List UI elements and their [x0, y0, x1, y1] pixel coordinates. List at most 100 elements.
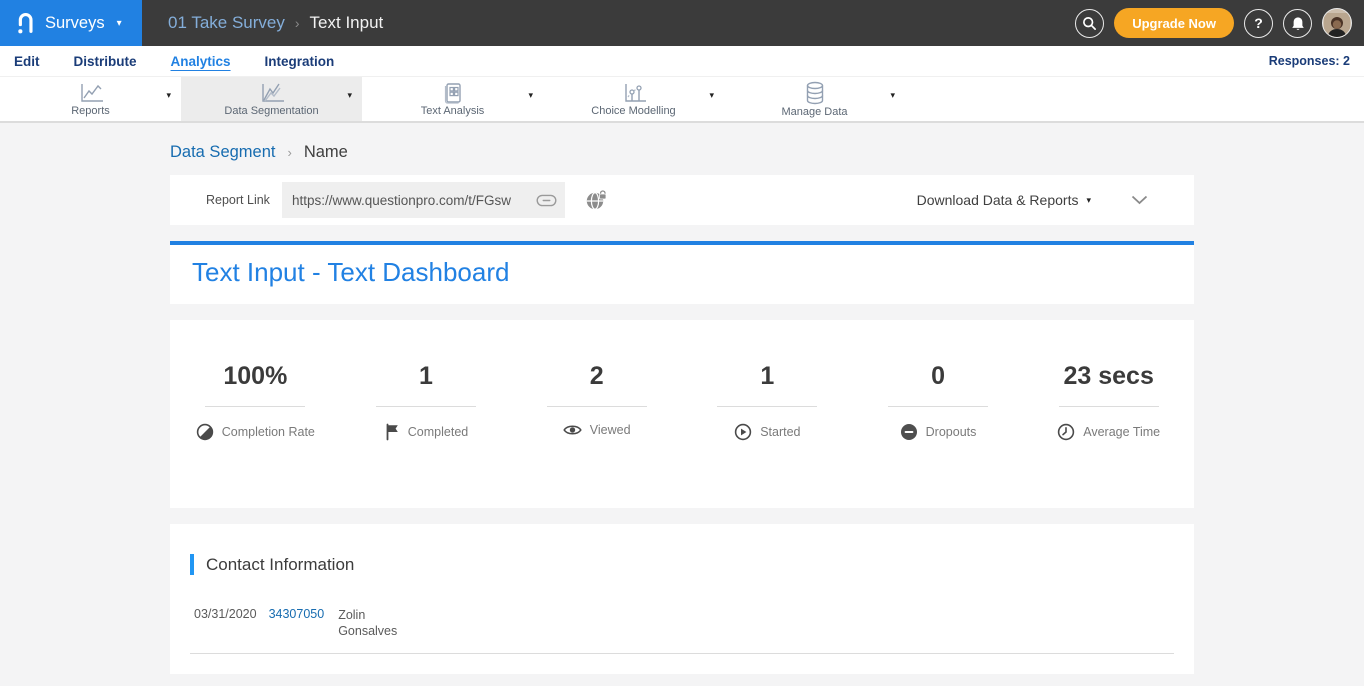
nav-distribute[interactable]: Distribute — [74, 54, 137, 69]
user-avatar[interactable] — [1322, 8, 1352, 38]
brand-menu[interactable]: Surveys ▾ — [0, 0, 142, 46]
chevron-down-icon[interactable]: ▾ — [166, 90, 171, 101]
stat-label: Completed — [408, 425, 468, 439]
toolbar-item-label: Reports — [71, 105, 110, 117]
report-link-input[interactable] — [292, 193, 532, 208]
divider — [190, 653, 1174, 654]
nav-integration[interactable]: Integration — [265, 54, 335, 69]
stat-value: 1 — [682, 362, 853, 391]
question-mark-icon: ? — [1254, 15, 1263, 31]
completion-rate-icon — [196, 423, 214, 441]
toolbar-item-label: Data Segmentation — [224, 105, 318, 117]
toolbar-item-reports[interactable]: Reports ▾ — [0, 77, 181, 121]
dashboard-title-card: Text Input - Text Dashboard — [170, 241, 1194, 304]
respondent-name: Zolin Gonsalves — [338, 607, 397, 640]
chevron-down-icon[interactable]: ▾ — [709, 90, 714, 101]
report-link-label: Report Link — [206, 193, 270, 207]
text-document-icon — [441, 82, 465, 104]
toolbar-item-data-segmentation[interactable]: Data Segmentation ▾ — [181, 77, 362, 121]
database-icon — [803, 81, 827, 105]
breadcrumb-current: Name — [304, 143, 348, 162]
stat-completion-rate: 100% Completion Rate — [170, 362, 341, 446]
download-data-reports-dropdown[interactable]: Download Data & Reports ▾ — [917, 192, 1091, 208]
link-icon[interactable] — [536, 194, 557, 207]
content-area: Data Segment › Name Report Link — [170, 123, 1194, 686]
toolbar-item-label: Manage Data — [781, 106, 847, 118]
collapse-panel-button[interactable] — [1131, 195, 1148, 205]
page-breadcrumb: Data Segment › Name — [170, 123, 1194, 175]
page-title: Text Input - Text Dashboard — [192, 257, 1172, 288]
section-title: Contact Information — [206, 555, 354, 575]
stat-completed: 1 Completed — [341, 362, 512, 446]
stat-value: 23 secs — [1023, 362, 1194, 391]
bell-icon — [1291, 16, 1305, 31]
download-data-reports-label: Download Data & Reports — [917, 192, 1079, 208]
stat-viewed: 2 Viewed — [511, 362, 682, 446]
help-button[interactable]: ? — [1244, 9, 1273, 38]
upgrade-now-button[interactable]: Upgrade Now — [1114, 8, 1234, 38]
divider — [205, 406, 305, 407]
responses-count[interactable]: Responses: 2 — [1269, 54, 1350, 68]
breadcrumb-separator: › — [287, 145, 291, 160]
multi-line-chart-icon — [258, 82, 286, 104]
caret-down-icon: ▾ — [1086, 195, 1091, 206]
respondent-first-name: Zolin — [338, 608, 365, 622]
stat-label: Dropouts — [926, 425, 977, 439]
report-link-card: Report Link Download Data & Reports ▾ — [170, 175, 1194, 225]
nav-edit[interactable]: Edit — [14, 54, 40, 69]
nav-analytics[interactable]: Analytics — [171, 54, 231, 69]
app-header: Surveys ▾ 01 Take Survey › Text Input Up… — [0, 0, 1364, 46]
stat-value: 100% — [170, 362, 341, 391]
stat-label: Completion Rate — [222, 425, 315, 439]
toolbar-item-text-analysis[interactable]: Text Analysis ▾ — [362, 77, 543, 121]
response-date: 03/31/2020 — [194, 607, 257, 621]
person-photo — [1324, 13, 1350, 37]
stat-dropouts: 0 Dropouts — [853, 362, 1024, 446]
response-id-link[interactable]: 34307050 — [269, 607, 325, 621]
stat-value: 0 — [853, 362, 1024, 391]
stat-value: 1 — [341, 362, 512, 391]
stat-label: Started — [760, 425, 800, 439]
breadcrumb-data-segment-link[interactable]: Data Segment — [170, 143, 275, 162]
search-button[interactable] — [1075, 9, 1104, 38]
play-circle-icon — [734, 423, 752, 441]
search-icon — [1082, 16, 1097, 31]
toolbar-item-manage-data[interactable]: Manage Data ▾ — [724, 77, 905, 121]
breadcrumb-survey-link[interactable]: 01 Take Survey — [168, 13, 285, 33]
line-chart-icon — [77, 82, 105, 104]
report-link-field — [282, 182, 565, 218]
globe-lock-icon — [585, 189, 609, 211]
minus-circle-icon — [900, 423, 918, 441]
divider — [376, 406, 476, 407]
brand-product-label: Surveys — [45, 14, 105, 33]
chevron-down-icon[interactable]: ▾ — [347, 90, 352, 101]
eye-icon — [563, 423, 582, 437]
questionpro-logo-icon — [16, 11, 35, 35]
scatter-chart-icon — [620, 82, 648, 104]
stat-average-time: 23 secs Average Time — [1023, 362, 1194, 446]
contact-row: 03/31/2020 34307050 Zolin Gonsalves — [194, 607, 1174, 640]
section-accent-bar — [190, 554, 194, 575]
public-link-security-button[interactable] — [585, 189, 609, 211]
section-header: Contact Information — [190, 524, 1174, 575]
respondent-last-name: Gonsalves — [338, 624, 397, 638]
divider — [1059, 406, 1159, 407]
notifications-button[interactable] — [1283, 9, 1312, 38]
chevron-down-icon[interactable]: ▾ — [890, 90, 895, 101]
toolbar-item-label: Choice Modelling — [591, 105, 675, 117]
analytics-toolbar: Reports ▾ Data Segmentation ▾ Text Analy… — [0, 77, 1364, 123]
breadcrumb-separator: › — [295, 15, 300, 31]
header-breadcrumb: 01 Take Survey › Text Input — [168, 13, 383, 33]
divider — [888, 406, 988, 407]
stat-started: 1 Started — [682, 362, 853, 446]
brand-caret-icon: ▾ — [117, 18, 122, 29]
stats-card: 100% Completion Rate 1 — [170, 320, 1194, 508]
toolbar-item-choice-modelling[interactable]: Choice Modelling ▾ — [543, 77, 724, 121]
stat-label: Viewed — [590, 423, 631, 437]
stat-value: 2 — [511, 362, 682, 391]
chevron-down-icon[interactable]: ▾ — [528, 90, 533, 101]
contact-information-card: Contact Information 03/31/2020 34307050 … — [170, 524, 1194, 674]
header-actions: Upgrade Now ? — [1075, 0, 1352, 46]
divider — [547, 406, 647, 407]
stat-label: Average Time — [1083, 425, 1160, 439]
